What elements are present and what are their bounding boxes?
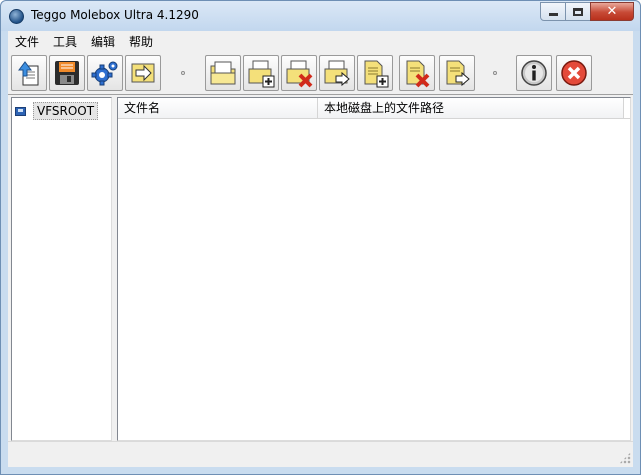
tree-node-label: VFSROOT (33, 102, 99, 120)
move-folder-icon (324, 60, 350, 87)
toolbar-separator (181, 71, 185, 75)
add-folder-button[interactable] (243, 55, 279, 91)
move-folder-button[interactable] (319, 55, 355, 91)
info-icon (521, 60, 547, 86)
new-folder-icon (210, 61, 236, 85)
add-file-icon (364, 60, 389, 88)
resize-grip[interactable] (619, 452, 631, 464)
toolbar (8, 51, 633, 95)
settings-gear-icon (91, 61, 118, 86)
column-header-filename[interactable]: 文件名 (118, 98, 318, 119)
add-file-button[interactable] (357, 55, 393, 91)
minimize-icon (548, 13, 558, 16)
menu-file[interactable]: 文件 (8, 33, 46, 50)
remove-folder-button[interactable] (281, 55, 317, 91)
open-project-icon (18, 61, 39, 86)
move-file-button[interactable] (439, 55, 475, 91)
file-list[interactable]: 文件名 本地磁盘上的文件路径 (117, 97, 631, 441)
title-bar[interactable]: Teggo Molebox Ultra 4.1290 ✕ (1, 1, 640, 31)
client-area: VFSROOT 文件名 本地磁盘上的文件路径 (8, 95, 633, 441)
move-file-icon (446, 60, 470, 87)
app-window: Teggo Molebox Ultra 4.1290 ✕ 文件 工具 编辑 帮助 (0, 0, 641, 475)
maximize-icon (573, 7, 583, 16)
build-button[interactable] (125, 55, 161, 91)
menu-tools[interactable]: 工具 (46, 33, 84, 50)
toolbar-separator (493, 71, 497, 75)
close-icon: ✕ (606, 4, 618, 19)
remove-file-button[interactable] (399, 55, 435, 91)
exit-button[interactable] (556, 55, 592, 91)
info-button[interactable] (516, 55, 552, 91)
caption-buttons: ✕ (540, 2, 634, 22)
new-folder-button[interactable] (205, 55, 241, 91)
minimize-button[interactable] (540, 2, 566, 21)
status-bar (8, 441, 633, 467)
folder-tree[interactable]: VFSROOT (11, 97, 112, 441)
build-arrow-icon (131, 63, 155, 83)
menu-edit[interactable]: 编辑 (84, 33, 122, 50)
open-project-button[interactable] (11, 55, 47, 91)
exit-icon (561, 60, 587, 86)
app-icon[interactable] (9, 9, 24, 24)
save-button[interactable] (49, 55, 85, 91)
save-icon (55, 61, 79, 85)
tree-node-root[interactable]: VFSROOT (15, 102, 99, 120)
remove-folder-icon (286, 60, 313, 88)
remove-file-icon (406, 60, 430, 88)
add-folder-icon (248, 60, 275, 88)
close-button[interactable]: ✕ (590, 2, 634, 21)
list-header: 文件名 本地磁盘上的文件路径 (118, 98, 630, 119)
menu-bar: 文件 工具 编辑 帮助 (8, 31, 633, 51)
maximize-button[interactable] (565, 2, 591, 21)
folder-icon (15, 106, 26, 116)
column-header-local-path[interactable]: 本地磁盘上的文件路径 (318, 98, 624, 119)
window-title: Teggo Molebox Ultra 4.1290 (31, 8, 199, 22)
settings-button[interactable] (87, 55, 123, 91)
menu-help[interactable]: 帮助 (122, 33, 160, 50)
